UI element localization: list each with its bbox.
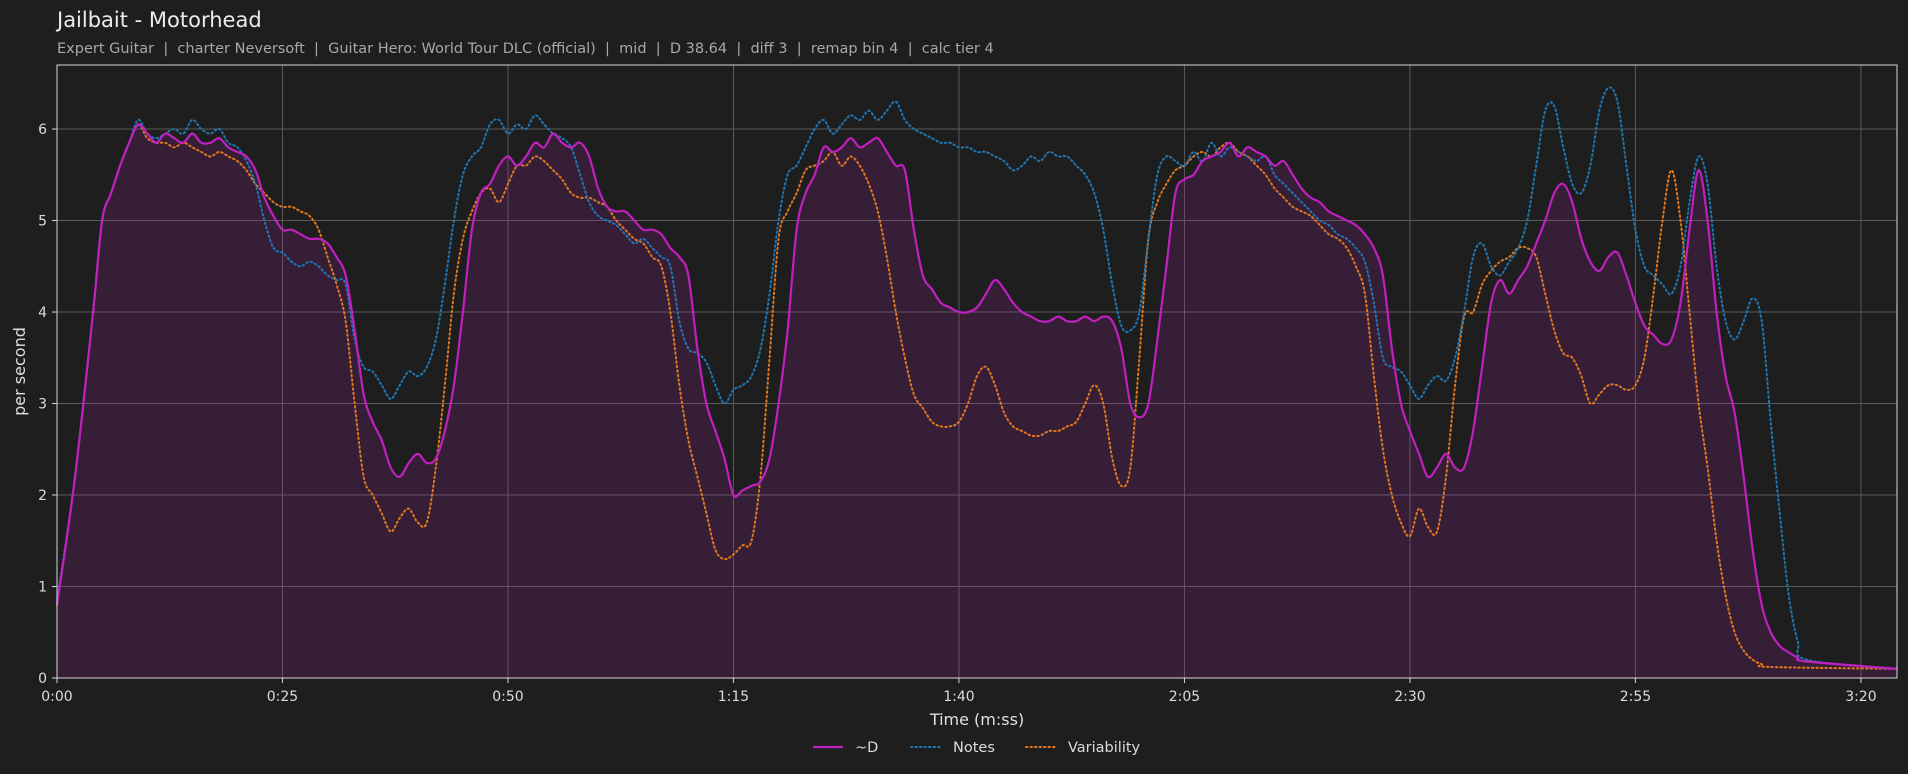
x-tick-label: 2:55 (1620, 689, 1651, 705)
x-tick-label: 2:05 (1169, 689, 1200, 705)
x-tick-label: 1:40 (943, 689, 974, 705)
legend-label-0: ~D (855, 740, 878, 756)
y-tick-label: 3 (38, 397, 47, 413)
legend-label-1: Notes (953, 740, 995, 756)
series-group (55, 86, 1898, 679)
x-axis-ticks: 0:00 0:25 0:50 1:15 1:40 2:05 2:30 2:55 3:20 (41, 678, 1877, 705)
legend-label-2: Variability (1068, 740, 1141, 756)
y-axis-ticks: 0 1 2 3 4 5 6 (38, 122, 57, 687)
y-tick-label: 2 (38, 488, 47, 504)
y-axis-label: per second (10, 327, 29, 416)
chart-figure: Jailbait - Motorhead Expert Guitar | cha… (0, 0, 1908, 774)
x-tick-label: 0:25 (267, 689, 298, 705)
x-tick-label: 1:15 (718, 689, 749, 705)
x-tick-label: 0:00 (41, 689, 72, 705)
y-tick-label: 6 (38, 122, 47, 138)
y-tick-label: 1 (38, 580, 47, 596)
y-tick-label: 4 (38, 305, 47, 321)
x-tick-label: 0:50 (492, 689, 523, 705)
series-area-0 (57, 124, 1897, 679)
x-axis-label: Time (m:ss) (929, 710, 1024, 729)
chart-legend: ~D Notes Variability (813, 740, 1141, 756)
y-tick-label: 5 (38, 214, 47, 230)
y-tick-label: 0 (38, 671, 47, 687)
x-tick-label: 2:30 (1394, 689, 1425, 705)
line-chart: 0:00 0:25 0:50 1:15 1:40 2:05 2:30 2:55 3:20 0 1 2… (10, 64, 1898, 756)
x-tick-label: 3:20 (1845, 689, 1876, 705)
